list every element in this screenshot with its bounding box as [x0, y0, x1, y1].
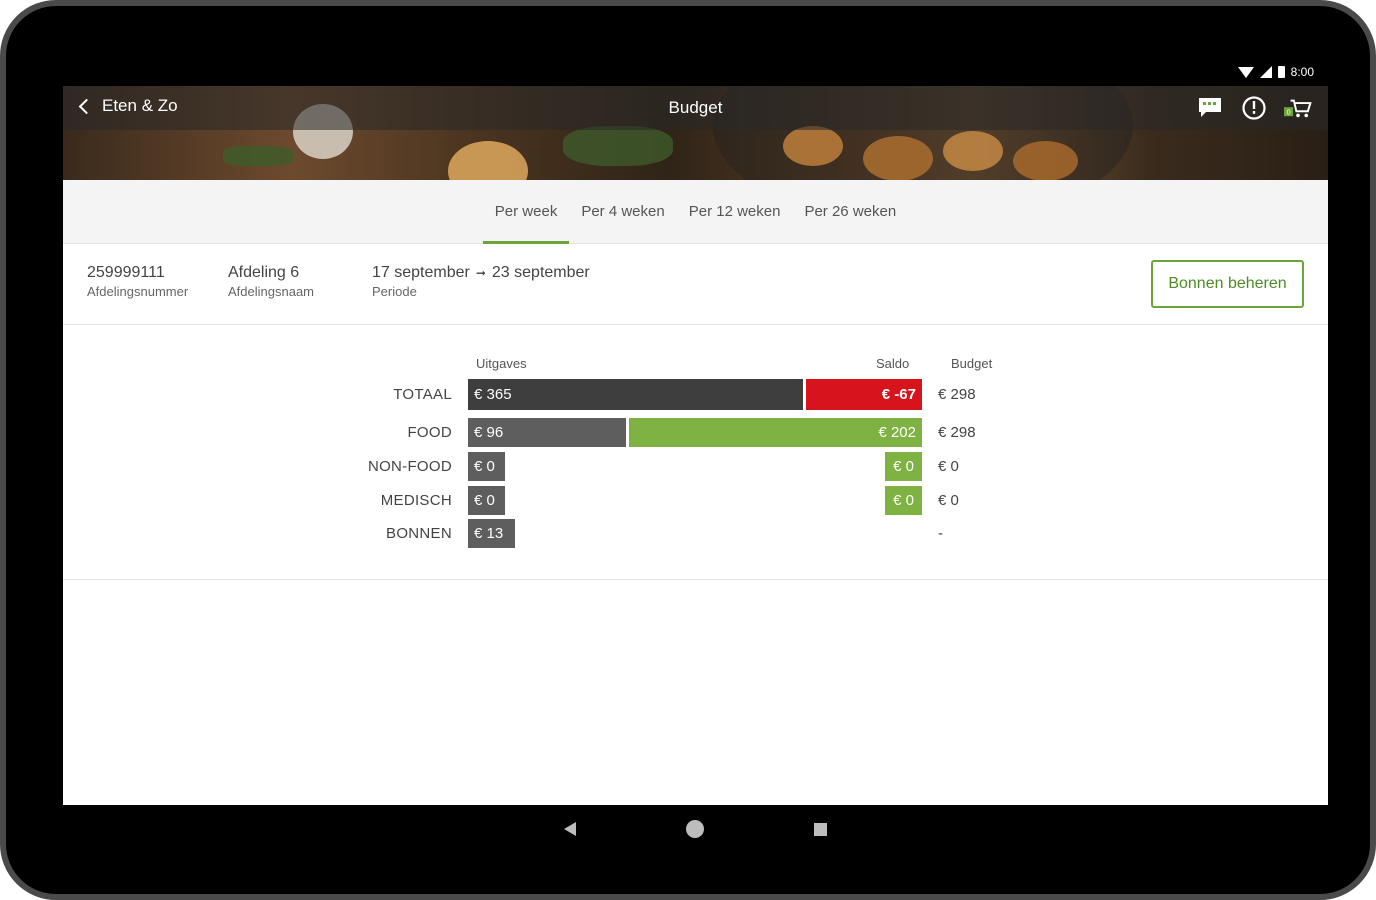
- budget-value: € 0: [938, 492, 959, 509]
- nav-recent-apps-icon[interactable]: [814, 822, 827, 836]
- period-start: 17 september: [372, 264, 470, 281]
- page-title: Budget: [668, 98, 723, 117]
- chat-icon: [1199, 98, 1221, 117]
- row-label: TOTAAL: [393, 386, 452, 403]
- app-bar: Eten & Zo Budget 0: [63, 86, 1328, 130]
- saldo-bar: € 0: [885, 486, 922, 515]
- spend-bar: € 13: [468, 519, 515, 548]
- tablet-frame: 8:00 Eten & Zo Budget 0 Per week Per 4 w…: [0, 0, 1376, 900]
- saldo-header: Saldo: [876, 356, 910, 371]
- spend-header: Uitgaves: [476, 356, 527, 371]
- app-screen: 8:00 Eten & Zo Budget 0 Per week Per 4 w…: [63, 58, 1328, 805]
- status-time: 8:00: [1290, 65, 1314, 79]
- budget-value: € 0: [938, 458, 959, 475]
- chat-button[interactable]: [1196, 94, 1224, 122]
- header-banner: Eten & Zo Budget 0: [63, 86, 1328, 180]
- cart-count: 0: [1286, 108, 1290, 117]
- row-label: MEDISCH: [380, 492, 452, 509]
- tab-per-4-weken[interactable]: Per 4 weken: [569, 180, 676, 244]
- department-info: 259999111 Afdelingsnummer Afdeling 6 Afd…: [63, 244, 1328, 325]
- budget-header: Budget: [951, 356, 993, 371]
- tab-per-26-weken[interactable]: Per 26 weken: [792, 180, 908, 244]
- info-button[interactable]: [1240, 94, 1268, 122]
- cart-button[interactable]: 0: [1284, 94, 1312, 122]
- department-name-label: Afdelingsnaam: [228, 284, 314, 299]
- budget-value: € 298: [938, 386, 976, 403]
- period-end: 23 september: [491, 264, 590, 281]
- wifi-icon: [1237, 66, 1254, 78]
- status-bar: 8:00: [63, 58, 1328, 86]
- budget-value: -: [938, 525, 943, 542]
- nav-back-icon[interactable]: [564, 822, 576, 836]
- budget-overview: Uitgaves Saldo Budget TOTAAL € 365 € -67…: [63, 326, 1328, 580]
- row-label: FOOD: [407, 424, 452, 441]
- saldo-bar: € 202: [629, 418, 922, 447]
- department-number: 259999111: [87, 264, 165, 281]
- spend-bar: € 96: [468, 418, 626, 447]
- system-nav-bar: [63, 805, 1328, 853]
- period-label: Periode: [372, 284, 417, 299]
- arrow-right-icon: ➞: [475, 266, 486, 280]
- saldo-bar: € 0: [885, 452, 922, 481]
- spend-bar: € 0: [468, 486, 505, 515]
- department-number-label: Afdelingsnummer: [87, 284, 189, 299]
- tab-per-12-weken[interactable]: Per 12 weken: [677, 180, 793, 244]
- tab-per-week[interactable]: Per week: [482, 180, 570, 244]
- info-icon: [1242, 96, 1266, 120]
- nav-home-icon[interactable]: [686, 820, 704, 838]
- period-tabs: Per week Per 4 weken Per 12 weken Per 26…: [63, 180, 1328, 244]
- spend-bar: € 365: [468, 379, 803, 410]
- row-label: BONNEN: [386, 525, 452, 542]
- department-name: Afdeling 6: [228, 264, 300, 281]
- budget-value: € 298: [938, 424, 976, 441]
- spend-bar: € 0: [468, 452, 505, 481]
- period-range: 17 september ➞ 23 september: [372, 264, 590, 282]
- row-label: NON-FOOD: [367, 458, 452, 475]
- battery-icon: [1277, 66, 1285, 78]
- saldo-bar: € -67: [806, 379, 922, 410]
- cart-icon: 0: [1284, 99, 1312, 118]
- signal-icon: [1259, 66, 1272, 78]
- manage-vouchers-button[interactable]: Bonnen beheren: [1151, 260, 1304, 308]
